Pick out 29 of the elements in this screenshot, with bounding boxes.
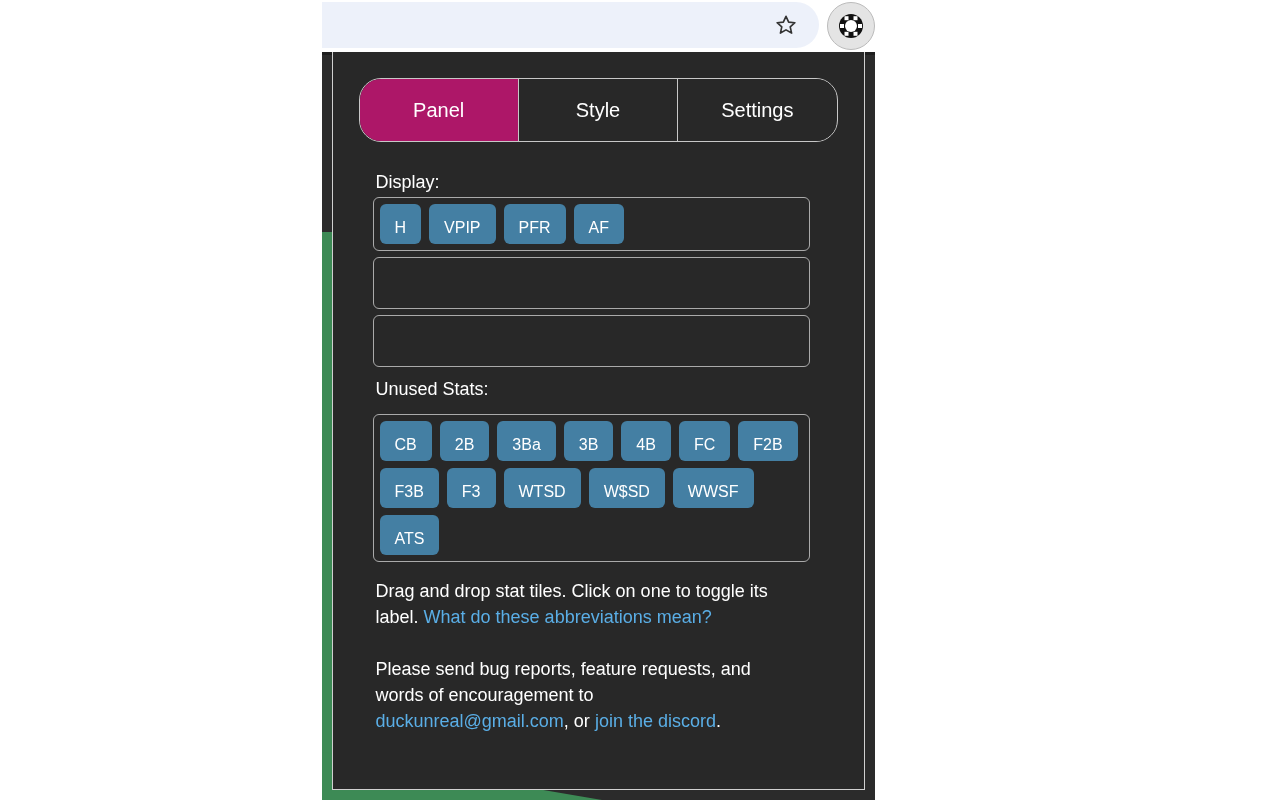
stat-tile[interactable]: W$SD (588, 468, 665, 508)
contact-text: Please send bug reports, feature requests, and words of encouragement to duckunreal@gmail.com, or join the discord. (375, 658, 752, 733)
stat-tile[interactable]: PFR (503, 204, 566, 244)
stat-tile[interactable]: AF (573, 204, 624, 244)
stat-tile[interactable]: F3B (379, 468, 439, 508)
discord-link[interactable]: join the discord (594, 711, 716, 731)
stat-tile[interactable]: WTSD (503, 468, 581, 508)
extension-button[interactable] (826, 2, 875, 50)
stat-tile[interactable]: CB (379, 421, 432, 461)
abbreviations-link[interactable]: What do these abbreviations mean? (423, 607, 712, 627)
stat-tile[interactable]: 4B (621, 421, 671, 461)
stat-tile[interactable]: WWSF (672, 468, 754, 508)
stat-tile[interactable]: VPIP (429, 204, 496, 244)
stat-tile[interactable]: 3B (563, 421, 614, 461)
stat-tile[interactable]: 2B (439, 421, 490, 461)
help-text: Drag and drop stat tiles. Click on one to toggle its label. What do these abbreviations mean? (375, 580, 769, 629)
stat-tile[interactable]: F3 (446, 468, 496, 508)
stat-tile[interactable]: FC (678, 421, 731, 461)
section-label: Unused Stats: (375, 379, 490, 400)
stat-tile[interactable]: ATS (379, 515, 440, 555)
section-label: Display: (375, 172, 441, 193)
poker-chip-icon (837, 13, 864, 39)
stat-tile[interactable]: F2B (738, 421, 798, 461)
tab[interactable]: Settings (677, 79, 837, 141)
stat-tile[interactable]: H (379, 204, 422, 244)
tab[interactable]: Panel (359, 79, 518, 141)
email-link[interactable]: duckunreal@gmail.com (375, 711, 564, 731)
stat-tile[interactable]: 3Ba (497, 421, 556, 461)
star-icon[interactable] (774, 14, 797, 36)
